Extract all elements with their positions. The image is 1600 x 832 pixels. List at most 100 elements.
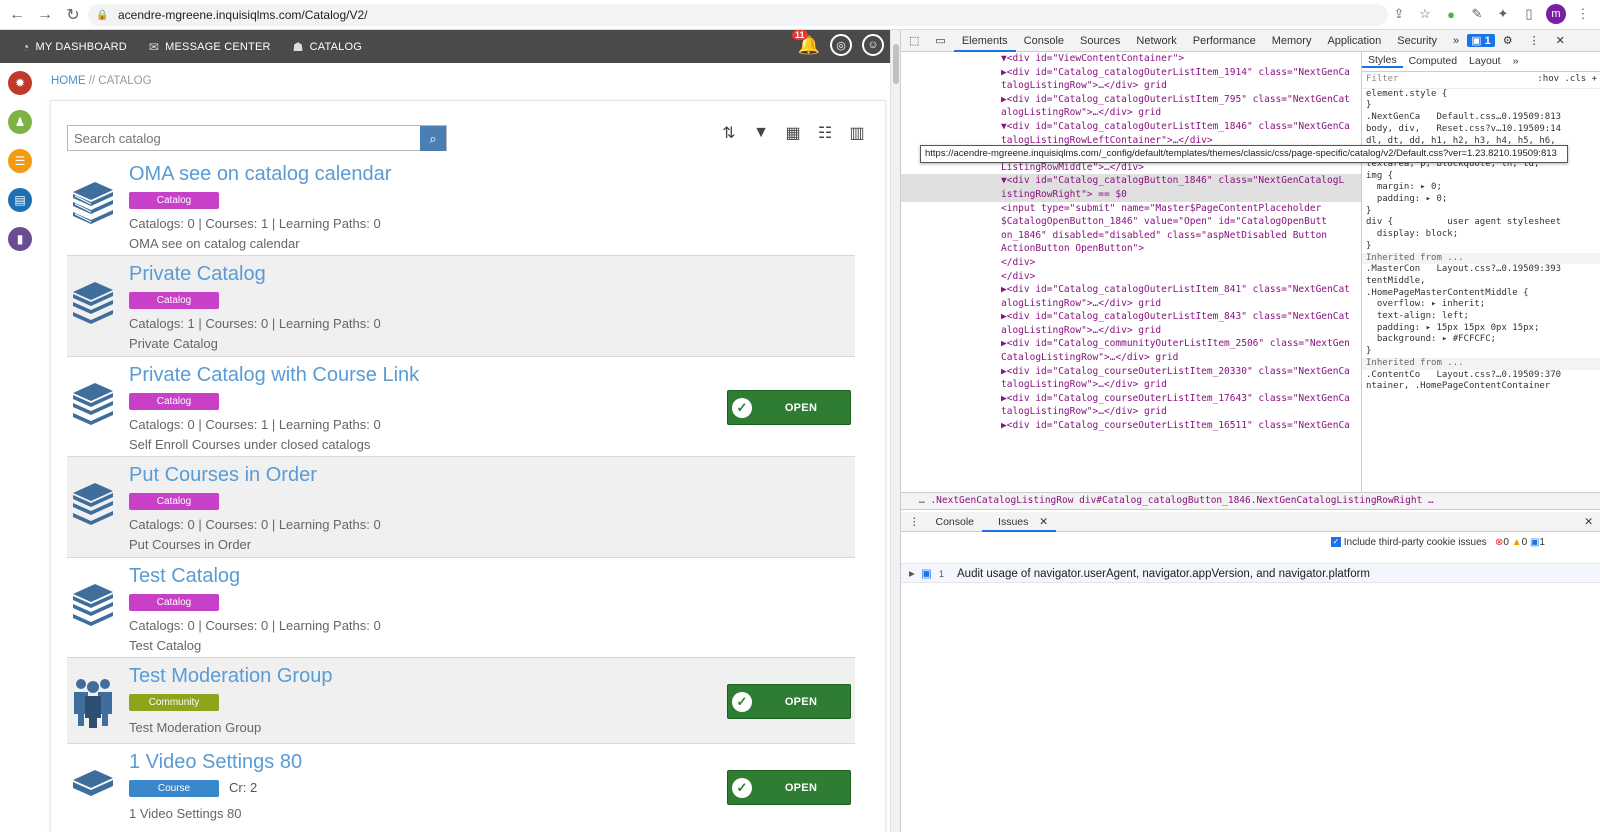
transcript-icon[interactable]: ☰ xyxy=(8,149,32,173)
styles-filter-tools[interactable]: :hov .cls + xyxy=(1537,74,1597,86)
extension-icon[interactable]: ● xyxy=(1442,5,1460,23)
dom-line[interactable]: ▶<div id="Catalog_catalogOuterListItem_7… xyxy=(901,93,1361,107)
dom-line[interactable]: talogListingRow">…</div> grid xyxy=(901,405,1361,419)
cookie-checkbox[interactable]: ✓ xyxy=(1331,537,1341,548)
gear-icon[interactable]: ⚙ xyxy=(1495,34,1521,47)
close-icon[interactable]: ✕ xyxy=(1548,34,1573,47)
item-title[interactable]: Private Catalog xyxy=(129,263,266,286)
tab-computed[interactable]: Computed xyxy=(1403,55,1463,68)
dom-line[interactable]: ▶<div id="Catalog_courseOuterListItem_16… xyxy=(901,419,1361,433)
share-icon[interactable]: ⇪ xyxy=(1390,5,1408,23)
dom-line[interactable]: CatalogListingRow">…</div> grid xyxy=(901,351,1361,365)
dom-line[interactable]: ▼<div id="Catalog_catalogButton_1846" cl… xyxy=(901,174,1361,188)
tab-layout[interactable]: Layout xyxy=(1463,55,1507,68)
dom-line[interactable]: ▼<div id="ViewContentContainer"> xyxy=(901,52,1361,66)
dom-line[interactable]: talogListingRow">…</div> grid xyxy=(901,79,1361,93)
tab-application[interactable]: Application xyxy=(1319,35,1389,47)
item-title[interactable]: Private Catalog with Course Link xyxy=(129,364,419,387)
drawer-tab-issues[interactable]: Issues ✕ xyxy=(982,512,1057,532)
tab-network[interactable]: Network xyxy=(1128,35,1184,47)
kebab-icon[interactable]: ⋮ xyxy=(1521,34,1548,47)
settings-gear-icon[interactable]: ✹ xyxy=(8,71,32,95)
dom-line[interactable]: alogListingRow">…</div> grid xyxy=(901,297,1361,311)
dom-line[interactable]: istingRowRight"> == $0 xyxy=(901,187,1361,202)
user-icon[interactable]: ☺ xyxy=(862,34,884,56)
dom-line[interactable]: talogListingRow">…</div> grid xyxy=(901,378,1361,392)
back-icon[interactable]: ← xyxy=(6,4,28,26)
dom-line[interactable]: alogListingRow">…</div> grid xyxy=(901,324,1361,338)
bell-icon[interactable]: 🔔 11 xyxy=(792,30,820,56)
tab-memory[interactable]: Memory xyxy=(1264,35,1320,47)
grid-view-icon[interactable]: ▦ xyxy=(783,123,803,143)
dom-line[interactable]: <input type="submit" name="Master$PageCo… xyxy=(901,202,1361,216)
open-button[interactable]: ✓ OPEN xyxy=(727,770,851,805)
scrollbar-thumb[interactable] xyxy=(893,44,899,84)
tab-elements[interactable]: Elements xyxy=(953,30,1016,52)
dom-line[interactable]: ▶<div id="Catalog_catalogOuterListItem_8… xyxy=(901,283,1361,297)
item-title[interactable]: Test Moderation Group xyxy=(129,665,332,688)
dom-breadcrumb[interactable]: … .NextGenCatalogListingRow div#Catalog_… xyxy=(901,492,1600,510)
search-input[interactable] xyxy=(68,126,420,150)
search-button[interactable]: ⌕ xyxy=(420,126,446,151)
book-icon[interactable]: ▤ xyxy=(8,188,32,212)
styles-filter-input[interactable]: Filter xyxy=(1366,74,1399,86)
tab-sources[interactable]: Sources xyxy=(1072,35,1128,47)
dom-line[interactable]: ▶<div id="Catalog_courseOuterListItem_20… xyxy=(901,365,1361,379)
expand-arrow-icon[interactable]: ▸ xyxy=(909,564,915,584)
puzzle-icon[interactable]: ✦ xyxy=(1494,5,1512,23)
tab-security[interactable]: Security xyxy=(1389,35,1445,47)
dom-line[interactable]: on_1846" disabled="disabled" class="aspN… xyxy=(901,229,1361,243)
learner-icon[interactable]: ♟ xyxy=(8,110,32,134)
globe-icon[interactable]: ◎ xyxy=(830,34,852,56)
sort-icon[interactable]: ⇅ xyxy=(719,123,739,143)
tab-console[interactable]: Console xyxy=(1016,35,1072,47)
tab-styles[interactable]: Styles xyxy=(1362,54,1403,69)
device-toggle-icon[interactable]: ▭ xyxy=(927,34,953,47)
url-text[interactable]: acendre-mgreene.inquisiqlms.com/Catalog/… xyxy=(118,8,367,22)
type-tag: Community xyxy=(129,694,219,711)
reports-chart-icon[interactable]: ▮ xyxy=(8,227,32,251)
dom-line[interactable]: ▶<div id="Catalog_courseOuterListItem_17… xyxy=(901,392,1361,406)
dom-line[interactable]: </div> xyxy=(901,270,1361,284)
nav-message-center[interactable]: ✉ MESSAGE CENTER xyxy=(149,40,271,54)
item-title[interactable]: Test Catalog xyxy=(129,565,240,588)
more-style-tabs-icon[interactable]: » xyxy=(1507,55,1525,68)
issues-badge[interactable]: ▣ 1 xyxy=(1467,34,1495,47)
dom-line[interactable]: ActionButton OpenButton"> xyxy=(901,242,1361,256)
drawer-tab-console[interactable]: Console xyxy=(928,516,983,528)
more-tabs-icon[interactable]: » xyxy=(1445,35,1467,47)
menu-dots-icon[interactable]: ⋮ xyxy=(1574,5,1592,23)
error-count: 0 xyxy=(1503,537,1509,548)
dom-line[interactable]: ▶<div id="Catalog_communityOuterListItem… xyxy=(901,337,1361,351)
issue-row[interactable]: ▸ ▣ 1 Audit usage of navigator.userAgent… xyxy=(901,563,1600,583)
nav-catalog[interactable]: ☗ CATALOG xyxy=(293,40,362,54)
open-button[interactable]: ✓ OPEN xyxy=(727,390,851,425)
list-view-icon[interactable]: ☷ xyxy=(815,123,835,143)
dom-line[interactable]: </div> xyxy=(901,256,1361,270)
address-bar[interactable]: 🔒 acendre-mgreene.inquisiqlms.com/Catalo… xyxy=(88,4,1388,26)
bookmark-star-icon[interactable]: ☆ xyxy=(1416,5,1434,23)
item-title[interactable]: Put Courses in Order xyxy=(129,464,317,487)
page-scrollbar[interactable] xyxy=(890,30,900,832)
calendar-view-icon[interactable]: ▥ xyxy=(847,123,867,143)
dom-line[interactable]: ▶<div id="Catalog_catalogOuterListItem_8… xyxy=(901,310,1361,324)
item-title[interactable]: OMA see on catalog calendar xyxy=(129,163,391,186)
dom-line[interactable]: ▼<div id="Catalog_catalogOuterListItem_1… xyxy=(901,120,1361,134)
tab-performance[interactable]: Performance xyxy=(1185,35,1264,47)
dom-line[interactable]: ▶<div id="Catalog_catalogOuterListItem_1… xyxy=(901,66,1361,80)
drawer-menu-icon[interactable]: ⋮ xyxy=(901,516,928,528)
breadcrumb-home[interactable]: HOME xyxy=(51,75,86,87)
item-title[interactable]: 1 Video Settings 80 xyxy=(129,751,302,774)
dom-line[interactable]: $CatalogOpenButton_1846" value="Open" id… xyxy=(901,215,1361,229)
profile-avatar[interactable]: m xyxy=(1546,4,1566,24)
reload-icon[interactable]: ↻ xyxy=(62,4,84,26)
filter-icon[interactable]: ▼ xyxy=(751,123,771,143)
sidepanel-icon[interactable]: ▯ xyxy=(1520,5,1538,23)
pen-extension-icon[interactable]: ✎ xyxy=(1468,5,1486,23)
forward-icon[interactable]: → xyxy=(34,4,56,26)
inspect-icon[interactable]: ⬚ xyxy=(901,34,927,47)
nav-dashboard[interactable]: ◔ MY DASHBOARD xyxy=(22,40,127,54)
drawer-close-icon[interactable]: ✕ xyxy=(1576,516,1600,528)
dom-line[interactable]: alogListingRow">…</div> grid xyxy=(901,106,1361,120)
open-button[interactable]: ✓ OPEN xyxy=(727,684,851,719)
